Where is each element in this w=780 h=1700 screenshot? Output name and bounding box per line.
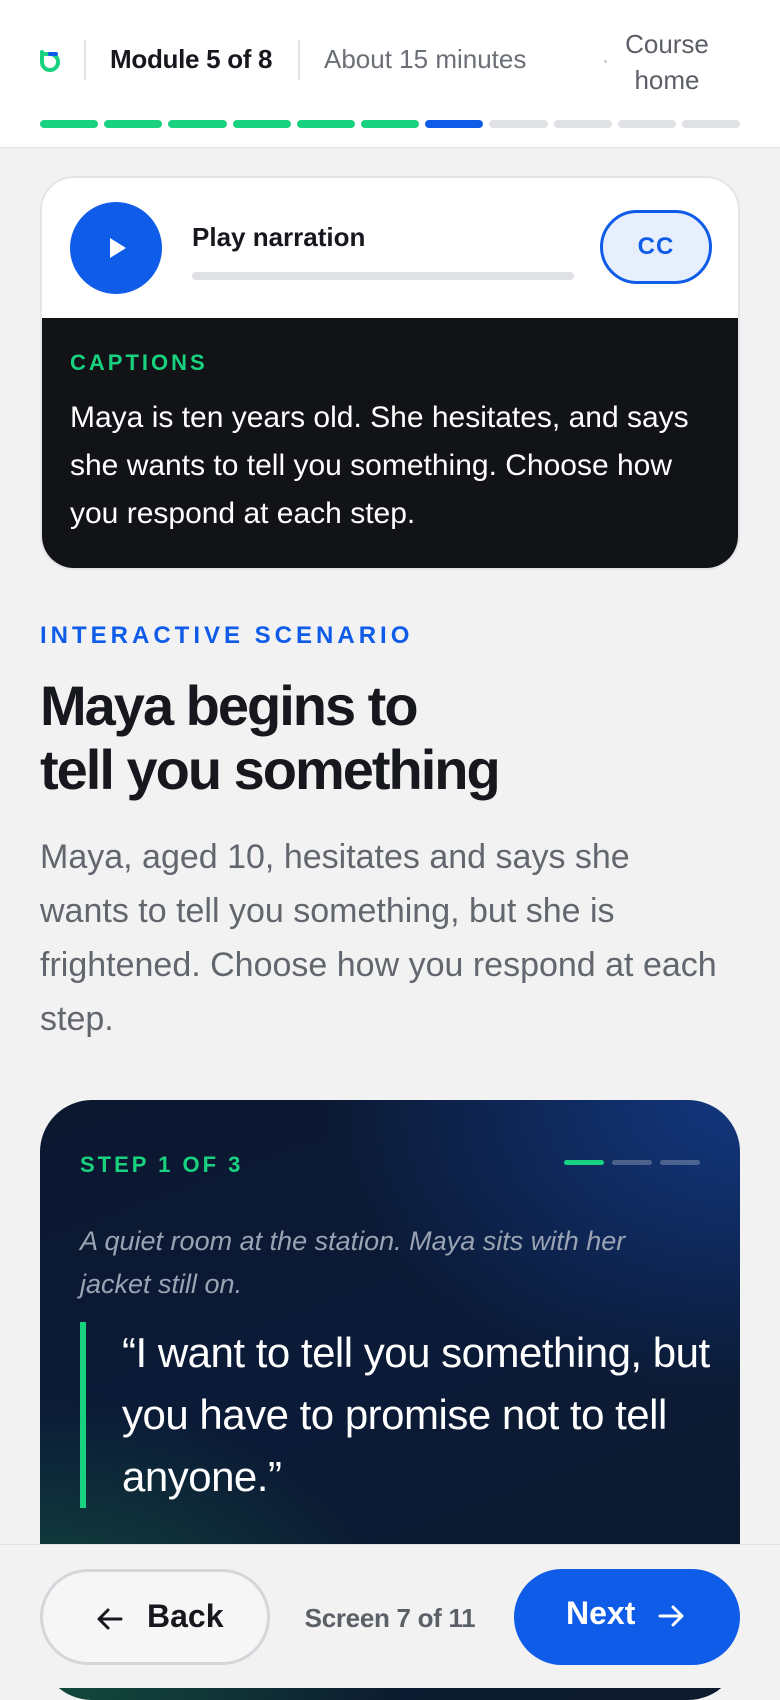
duration-estimate: About 15 minutes <box>324 44 527 74</box>
progress-segment <box>425 120 484 128</box>
bottom-navigation: Back Screen 7 of 11 Next <box>0 1544 780 1688</box>
progress-segment <box>681 120 741 128</box>
arrow-right-icon <box>658 1605 684 1627</box>
arrow-left-icon <box>97 1608 123 1630</box>
next-button[interactable]: Next <box>514 1569 740 1665</box>
step-progress-indicator <box>564 1160 700 1165</box>
back-button-label: Back <box>147 1598 224 1634</box>
progress-segment <box>168 120 227 128</box>
next-button-label: Next <box>566 1595 636 1631</box>
module-indicator: Module 5 of 8 <box>110 44 273 74</box>
page-title-line: tell you something <box>40 738 501 801</box>
captions-panel: CAPTIONS Maya is ten years old. She hesi… <box>42 318 738 568</box>
top-bar: Module 5 of 8 About 15 minutes Course ho… <box>0 0 780 148</box>
play-narration-button[interactable] <box>70 202 162 294</box>
play-narration-label: Play narration <box>192 222 366 252</box>
captions-heading: CAPTIONS <box>70 350 208 375</box>
narration-card: Play narration CC CAPTIONS Maya is ten y… <box>40 176 740 570</box>
progress-segment <box>489 120 548 128</box>
captions-text: Maya is ten years old. She hesitates, an… <box>70 401 689 530</box>
screen-counter: Screen 7 of 11 <box>304 1603 476 1633</box>
progress-segment <box>553 120 612 128</box>
module-progress-bar <box>40 120 741 128</box>
step-dot <box>564 1160 604 1165</box>
header-divider <box>84 40 86 80</box>
header-divider <box>298 40 300 80</box>
step-dot <box>660 1160 700 1165</box>
character-quote: “I want to tell you something, but you h… <box>80 1322 710 1508</box>
page-title-line: Maya begins to <box>40 674 419 737</box>
step-label: STEP 1 OF 3 <box>80 1152 244 1177</box>
section-eyebrow: INTERACTIVE SCENARIO <box>40 622 414 649</box>
scene-setting-text: A quiet room at the station. Maya sits w… <box>80 1226 626 1299</box>
progress-segment <box>104 120 163 128</box>
page-title: Maya begins to tell you something <box>40 674 640 802</box>
step-dot <box>612 1160 652 1165</box>
back-button[interactable]: Back <box>40 1569 270 1665</box>
play-icon <box>110 238 126 258</box>
closed-captions-toggle[interactable]: CC <box>600 210 712 284</box>
progress-segment <box>617 120 676 128</box>
progress-segment <box>360 120 420 128</box>
progress-segment <box>40 120 99 128</box>
brand-logo-icon <box>40 50 60 72</box>
progress-segment <box>296 120 355 128</box>
scenario-description: Maya, aged 10, hesitates and says she wa… <box>40 838 717 1038</box>
progress-segment <box>232 120 291 128</box>
course-home-link[interactable]: Course home <box>602 26 732 98</box>
narration-progress-track[interactable] <box>192 272 574 280</box>
